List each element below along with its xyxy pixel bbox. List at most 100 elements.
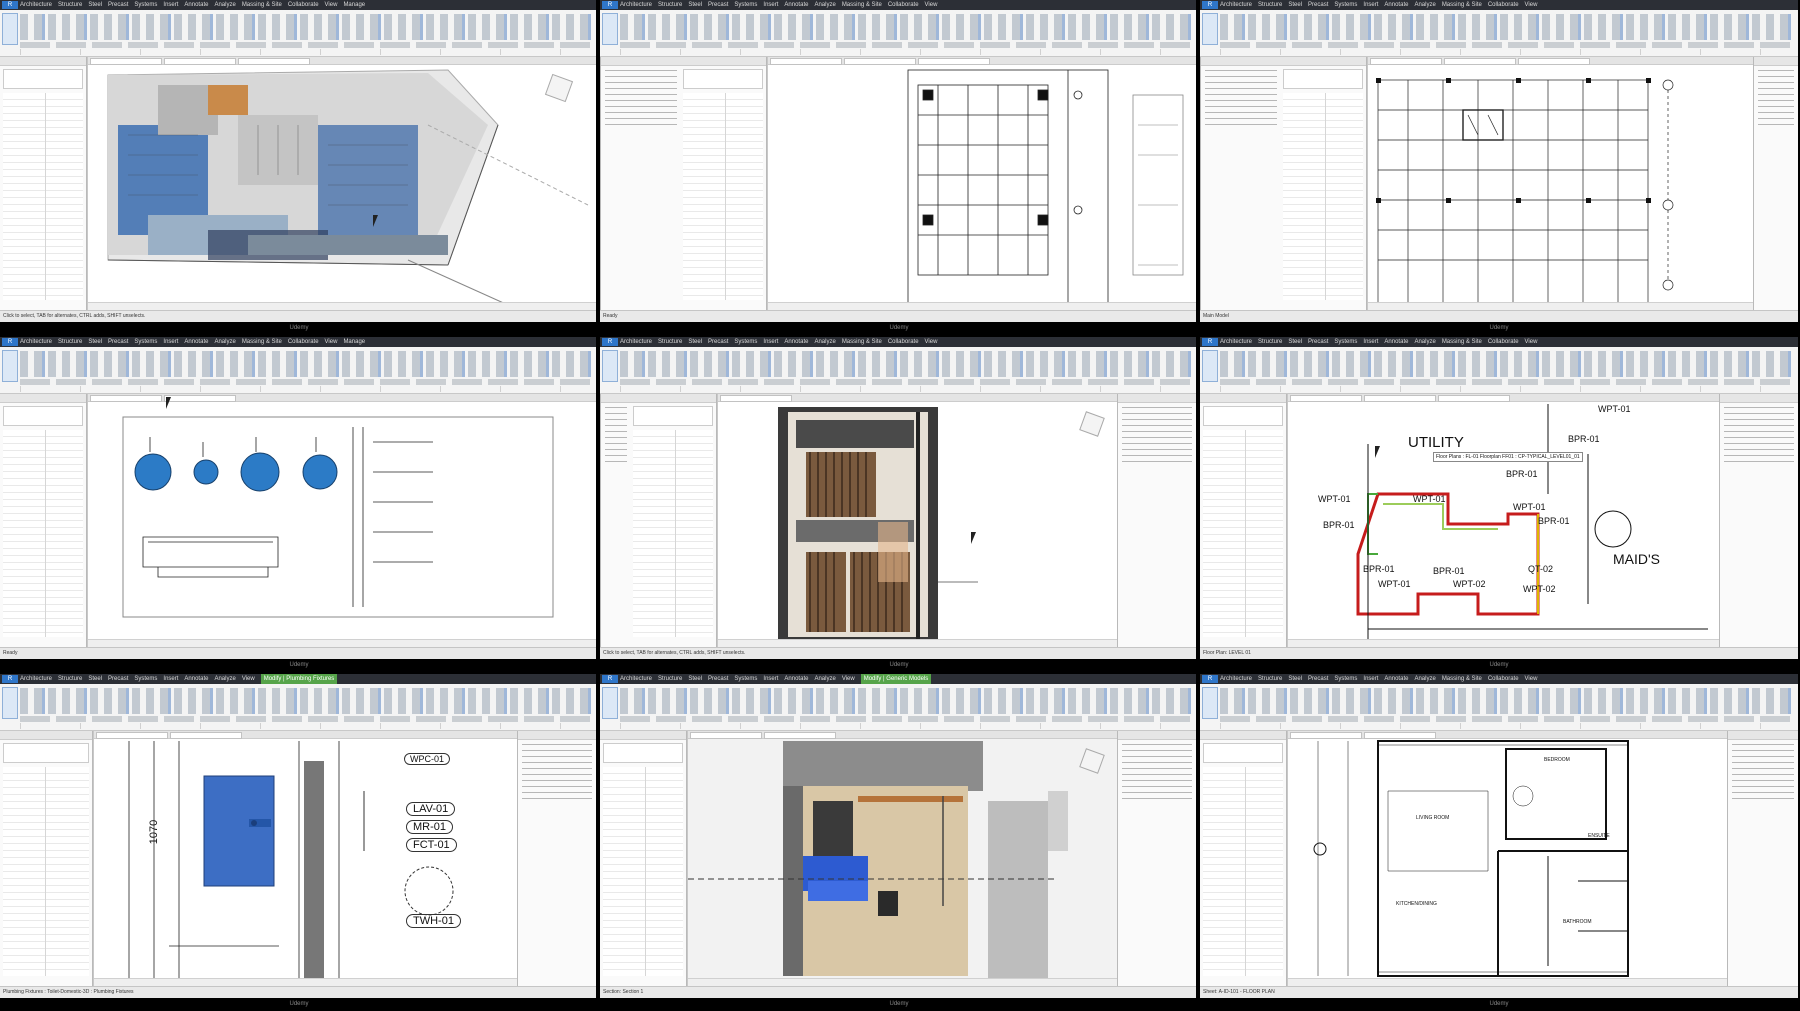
revit-app-button[interactable]: R <box>1202 1 1218 9</box>
modify-button[interactable] <box>1202 687 1218 719</box>
properties-rows[interactable] <box>1203 430 1283 637</box>
ribbon-tools[interactable] <box>620 351 1192 377</box>
tab-steel[interactable]: Steel <box>88 337 102 347</box>
modify-button[interactable] <box>2 13 18 45</box>
properties-rows[interactable] <box>603 767 683 976</box>
tab-steel[interactable]: Steel <box>688 337 702 347</box>
tab-systems[interactable]: Systems <box>134 674 157 684</box>
ribbon-tools[interactable] <box>1220 14 1794 40</box>
tab-view[interactable]: View <box>242 674 255 684</box>
revit-app-button[interactable]: R <box>2 1 18 9</box>
tab-collaborate[interactable]: Collaborate <box>888 0 919 10</box>
tab-insert[interactable]: Insert <box>763 0 778 10</box>
type-selector[interactable] <box>633 406 713 426</box>
tab-view[interactable]: View <box>1525 0 1538 10</box>
project-browser-tree[interactable] <box>1758 70 1794 130</box>
fixture-tag[interactable]: QT-02 <box>1528 564 1553 574</box>
tab-architecture[interactable]: Architecture <box>20 674 52 684</box>
ribbon-tools[interactable] <box>20 14 592 40</box>
ribbon-tools-row[interactable] <box>1220 716 1794 722</box>
tab-massing[interactable]: Massing & Site <box>1442 0 1482 10</box>
tab-manage[interactable]: Manage <box>343 337 365 347</box>
tab-insert[interactable]: Insert <box>763 674 778 684</box>
tab-collaborate[interactable]: Collaborate <box>288 337 319 347</box>
view-3d-cabinet[interactable] <box>717 394 1118 647</box>
view-tab[interactable] <box>238 58 310 65</box>
tab-view[interactable]: View <box>325 337 338 347</box>
tab-structure[interactable]: Structure <box>58 0 82 10</box>
fixture-tag[interactable]: BPR-01 <box>1363 564 1395 574</box>
view-tab[interactable] <box>90 58 162 65</box>
ribbon-tools[interactable] <box>620 688 1192 714</box>
tab-systems[interactable]: Systems <box>1334 337 1357 347</box>
tab-steel[interactable]: Steel <box>1288 337 1302 347</box>
view-tab[interactable] <box>164 58 236 65</box>
view-control-bar[interactable] <box>768 302 1196 310</box>
tab-annotate[interactable]: Annotate <box>1384 0 1408 10</box>
tab-precast[interactable]: Precast <box>1308 337 1328 347</box>
tab-collaborate[interactable]: Collaborate <box>1488 674 1519 684</box>
project-browser-tree[interactable] <box>1122 744 1192 804</box>
tab-steel[interactable]: Steel <box>688 0 702 10</box>
view-control-bar[interactable] <box>1288 639 1720 647</box>
tab-view[interactable]: View <box>842 674 855 684</box>
tab-annotate[interactable]: Annotate <box>184 337 208 347</box>
tab-view[interactable]: View <box>925 337 938 347</box>
modify-button[interactable] <box>2 350 18 382</box>
dimension-label[interactable]: 1070 <box>148 820 160 844</box>
view-3d-office[interactable] <box>87 57 596 310</box>
view-utility-plan[interactable]: UTILITY MAID'S Floor Plans : FL-01 Floor… <box>1287 394 1720 647</box>
project-browser-tree[interactable] <box>605 70 677 130</box>
tab-analyze[interactable]: Analyze <box>214 337 235 347</box>
tab-view[interactable]: View <box>325 0 338 10</box>
tab-annotate[interactable]: Annotate <box>1384 337 1408 347</box>
ribbon-tools-row[interactable] <box>620 716 1192 722</box>
tab-insert[interactable]: Insert <box>163 674 178 684</box>
tab-steel[interactable]: Steel <box>88 0 102 10</box>
view-control-bar[interactable] <box>1288 978 1728 986</box>
fixture-tag[interactable]: BPR-01 <box>1506 469 1538 479</box>
view-tab[interactable] <box>720 395 792 402</box>
tab-systems[interactable]: Systems <box>1334 0 1357 10</box>
ribbon-tools-row[interactable] <box>620 42 1192 48</box>
ribbon-tools[interactable] <box>20 688 592 714</box>
tab-massing[interactable]: Massing & Site <box>1442 674 1482 684</box>
view-plumbing-tags[interactable]: 1070 WPC-01 LAV-01 MR-01 FCT-01 TWH-01 <box>93 731 518 986</box>
revit-app-button[interactable]: R <box>1202 675 1218 683</box>
tab-architecture[interactable]: Architecture <box>620 0 652 10</box>
fixture-tag[interactable]: WPT-01 <box>1318 494 1351 504</box>
tab-systems[interactable]: Systems <box>134 0 157 10</box>
tab-insert[interactable]: Insert <box>1363 0 1378 10</box>
ribbon-tools[interactable] <box>1220 688 1794 714</box>
view-tab[interactable] <box>918 58 990 65</box>
tab-structure[interactable]: Structure <box>1258 337 1282 347</box>
tab-precast[interactable]: Precast <box>1308 674 1328 684</box>
type-selector[interactable] <box>1283 69 1363 89</box>
view-apartment-plan[interactable]: BEDROOM LIVING ROOM KITCHEN/DINING ENSUI… <box>1287 731 1728 986</box>
tab-structure[interactable]: Structure <box>658 0 682 10</box>
revit-app-button[interactable]: R <box>2 338 18 346</box>
tab-precast[interactable]: Precast <box>1308 0 1328 10</box>
tab-analyze[interactable]: Analyze <box>814 0 835 10</box>
project-browser-tree[interactable] <box>1724 407 1794 467</box>
tab-modify-generic[interactable]: Modify | Generic Models <box>860 674 932 684</box>
view-control-bar[interactable] <box>718 639 1118 647</box>
fixture-tag-wpc[interactable]: WPC-01 <box>404 753 451 765</box>
tab-architecture[interactable]: Architecture <box>1220 337 1252 347</box>
tab-precast[interactable]: Precast <box>708 674 728 684</box>
view-tab[interactable] <box>770 58 842 65</box>
tab-systems[interactable]: Systems <box>734 337 757 347</box>
view-control-bar[interactable] <box>94 978 518 986</box>
tab-massing[interactable]: Massing & Site <box>242 0 282 10</box>
tab-architecture[interactable]: Architecture <box>620 337 652 347</box>
type-selector[interactable] <box>603 743 683 763</box>
fixture-tag-fct[interactable]: FCT-01 <box>406 838 457 852</box>
ribbon-tools-row[interactable] <box>20 42 592 48</box>
tab-analyze[interactable]: Analyze <box>1414 337 1435 347</box>
tab-collaborate[interactable]: Collaborate <box>288 0 319 10</box>
tab-architecture[interactable]: Architecture <box>1220 674 1252 684</box>
tab-structure[interactable]: Structure <box>658 337 682 347</box>
fixture-tag[interactable]: WPT-02 <box>1523 584 1556 594</box>
view-sheet-elevation[interactable] <box>767 57 1196 311</box>
fixture-tag[interactable]: BPR-01 <box>1538 516 1570 526</box>
